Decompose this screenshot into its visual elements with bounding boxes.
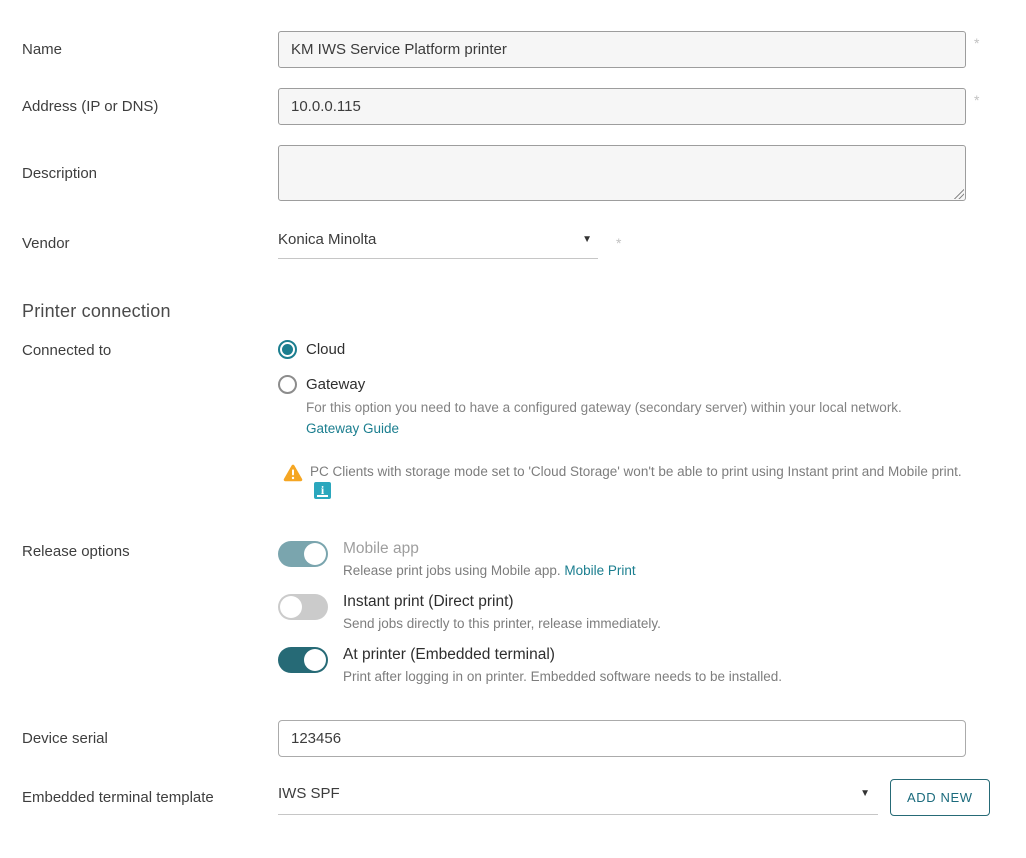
template-selected-value: IWS SPF [278, 784, 340, 802]
vendor-row: Vendor Konica Minolta ▼ * [22, 227, 1004, 259]
mobile-app-toggle[interactable] [278, 541, 328, 567]
instant-print-toggle[interactable] [278, 594, 328, 620]
address-row: Address (IP or DNS) * [22, 88, 1004, 125]
printer-settings-form: Name * Address (IP or DNS) * Description… [0, 0, 1026, 816]
embedded-terminal-template-row: Embedded terminal template IWS SPF ▼ ADD… [22, 779, 1004, 816]
warning-triangle-icon [283, 464, 303, 500]
manual-info-icon[interactable] [314, 481, 331, 500]
toggle-group-instant-print: Instant print (Direct print) Send jobs d… [278, 593, 1004, 633]
mobile-app-label: Mobile app [343, 540, 419, 557]
radio-selected-icon[interactable] [278, 340, 297, 359]
mobile-print-link[interactable]: Mobile Print [564, 563, 635, 578]
description-row: Description [22, 145, 1004, 201]
radio-option-cloud[interactable]: Cloud [278, 340, 1004, 359]
radio-option-gateway[interactable]: Gateway [278, 375, 1004, 394]
required-marker: * [974, 92, 980, 108]
name-label: Name [22, 41, 63, 58]
gateway-guide-link[interactable]: Gateway Guide [306, 421, 399, 436]
warning-text: PC Clients with storage mode set to 'Clo… [310, 462, 970, 500]
address-label: Address (IP or DNS) [22, 98, 159, 115]
toggle-group-at-printer: At printer (Embedded terminal) Print aft… [278, 646, 1004, 686]
connected-to-label: Connected to [22, 342, 112, 359]
radio-cloud-label: Cloud [306, 341, 346, 358]
at-printer-label: At printer (Embedded terminal) [343, 646, 555, 663]
gateway-description: For this option you need to have a confi… [306, 400, 902, 415]
at-printer-toggle[interactable] [278, 647, 328, 673]
embedded-terminal-template-label: Embedded terminal template [22, 789, 214, 806]
vendor-label: Vendor [22, 234, 70, 252]
toggle-group-mobile-app: Mobile app Release print jobs using Mobi… [278, 540, 1004, 580]
connected-to-row: Connected to Cloud Gateway For this opti… [22, 340, 1004, 500]
description-label: Description [22, 164, 98, 182]
device-serial-row: Device serial [22, 720, 1004, 757]
toggle-knob [304, 649, 326, 671]
mobile-app-description: Release print jobs using Mobile app. Mob… [343, 563, 636, 578]
device-serial-label: Device serial [22, 730, 108, 747]
instant-print-description: Send jobs directly to this printer, rele… [343, 616, 661, 631]
name-input[interactable] [278, 31, 966, 68]
instant-print-label: Instant print (Direct print) [343, 593, 514, 610]
required-marker: * [616, 235, 622, 251]
name-row: Name * [22, 31, 1004, 68]
radio-unselected-icon[interactable] [278, 375, 297, 394]
release-options-row: Release options Mobile app Release print… [22, 540, 1004, 686]
release-options-label: Release options [22, 543, 130, 560]
toggle-knob [304, 543, 326, 565]
printer-connection-title: Printer connection [22, 301, 171, 321]
vendor-selected-value: Konica Minolta [278, 231, 377, 248]
address-input[interactable] [278, 88, 966, 125]
toggle-knob [280, 596, 302, 618]
add-new-button[interactable]: ADD NEW [890, 779, 990, 816]
radio-gateway-label: Gateway [306, 376, 366, 393]
chevron-down-icon: ▼ [582, 234, 592, 245]
at-printer-description: Print after logging in on printer. Embed… [343, 669, 783, 684]
vendor-select[interactable]: Konica Minolta ▼ [278, 227, 598, 259]
chevron-down-icon: ▼ [860, 787, 870, 799]
cloud-storage-warning: PC Clients with storage mode set to 'Clo… [283, 462, 1004, 500]
embedded-terminal-template-select[interactable]: IWS SPF ▼ [278, 781, 878, 815]
resize-handle-icon[interactable] [954, 189, 964, 199]
description-textarea[interactable] [278, 145, 966, 201]
required-marker: * [974, 35, 980, 51]
device-serial-input[interactable] [278, 720, 966, 757]
